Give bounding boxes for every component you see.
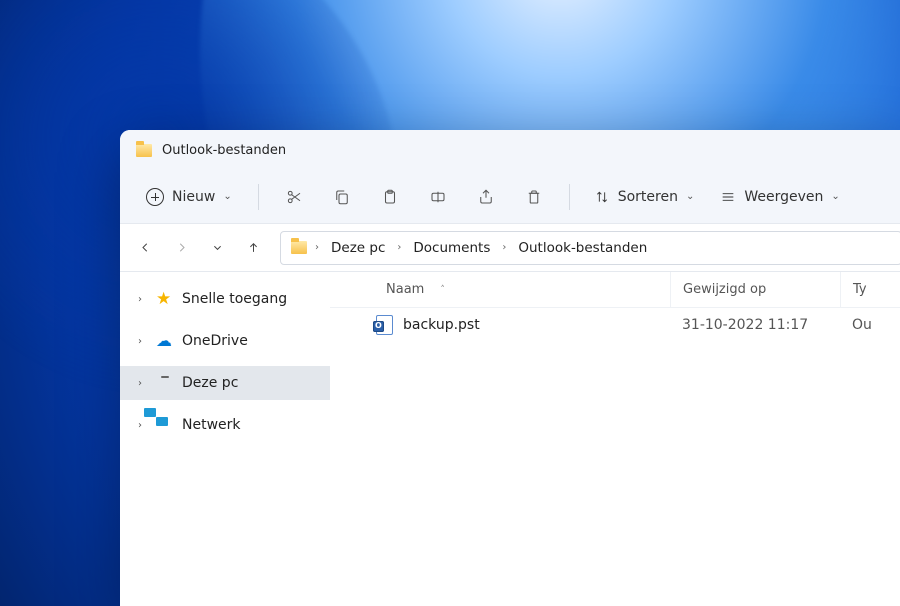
chevron-down-icon: ⌄ — [831, 191, 839, 202]
breadcrumb-separator: › — [395, 242, 403, 253]
column-header-type[interactable]: Ty — [840, 272, 900, 307]
chevron-down-icon: ⌄ — [686, 191, 694, 202]
toolbar: Nieuw ⌄ Sorteren ⌄ Weerge — [120, 170, 900, 224]
outlook-file-icon — [376, 315, 393, 335]
file-modified: 31-10-2022 11:17 — [670, 317, 840, 333]
window-title: Outlook-bestanden — [162, 143, 286, 158]
new-button-label: Nieuw — [172, 189, 215, 205]
file-type: Ou — [840, 317, 900, 333]
sort-label: Sorteren — [618, 189, 678, 205]
sort-indicator-icon: ˄ — [440, 285, 445, 295]
address-bar: › Deze pc › Documents › Outlook-bestande… — [120, 224, 900, 272]
star-icon: ★ — [156, 290, 174, 308]
column-label: Gewijzigd op — [683, 282, 766, 297]
column-header-name[interactable]: Naam ˄ — [330, 272, 670, 307]
arrow-left-icon — [138, 240, 153, 255]
file-row[interactable]: backup.pst 31-10-2022 11:17 Ou — [330, 308, 900, 342]
divider — [569, 184, 570, 210]
file-name: backup.pst — [403, 317, 480, 333]
sort-icon — [594, 189, 610, 205]
cloud-icon: ☁ — [156, 332, 174, 350]
sidebar-item-quick-access[interactable]: › ★ Snelle toegang — [120, 282, 330, 316]
view-dropdown[interactable]: Weergeven ⌄ — [710, 179, 849, 215]
folder-icon — [291, 241, 307, 254]
chevron-right-icon: › — [138, 378, 148, 389]
sort-dropdown[interactable]: Sorteren ⌄ — [584, 179, 705, 215]
breadcrumb-root[interactable]: Deze pc — [327, 238, 389, 258]
rename-icon — [429, 188, 447, 206]
explorer-window: Outlook-bestanden Nieuw ⌄ S — [120, 130, 900, 606]
breadcrumb-current[interactable]: Outlook-bestanden — [514, 238, 651, 258]
column-headers: Naam ˄ Gewijzigd op Ty — [330, 272, 900, 308]
breadcrumb-documents[interactable]: Documents — [409, 238, 494, 258]
chevron-down-icon — [210, 240, 225, 255]
copy-icon — [333, 188, 351, 206]
chevron-right-icon: › — [138, 336, 148, 347]
chevron-down-icon: ⌄ — [223, 191, 231, 202]
new-button[interactable]: Nieuw ⌄ — [134, 179, 244, 215]
trash-icon — [525, 188, 543, 206]
sidebar-item-label: OneDrive — [182, 333, 248, 349]
titlebar[interactable]: Outlook-bestanden — [120, 130, 900, 170]
explorer-body: › ★ Snelle toegang › ☁ OneDrive › Deze p… — [120, 272, 900, 606]
chevron-right-icon: › — [138, 420, 148, 431]
share-button[interactable] — [465, 179, 507, 215]
breadcrumb-separator: › — [313, 242, 321, 253]
sidebar-item-this-pc[interactable]: › Deze pc — [120, 366, 330, 400]
share-icon — [477, 188, 495, 206]
sidebar-item-network[interactable]: › Netwerk — [120, 408, 330, 442]
file-list: Naam ˄ Gewijzigd op Ty backup.pst 31-10-… — [330, 272, 900, 606]
back-button[interactable] — [128, 231, 162, 265]
arrow-up-icon — [246, 240, 261, 255]
address-box[interactable]: › Deze pc › Documents › Outlook-bestande… — [280, 231, 900, 265]
scissors-icon — [285, 188, 303, 206]
forward-button[interactable] — [164, 231, 198, 265]
sidebar-item-label: Netwerk — [182, 417, 241, 433]
up-button[interactable] — [236, 231, 270, 265]
sidebar: › ★ Snelle toegang › ☁ OneDrive › Deze p… — [120, 272, 330, 606]
cut-button[interactable] — [273, 179, 315, 215]
column-label: Naam — [386, 282, 424, 297]
view-label: Weergeven — [744, 189, 823, 205]
sidebar-item-label: Snelle toegang — [182, 291, 287, 307]
arrow-right-icon — [174, 240, 189, 255]
copy-button[interactable] — [321, 179, 363, 215]
divider — [258, 184, 259, 210]
chevron-right-icon: › — [138, 294, 148, 305]
breadcrumb-separator: › — [500, 242, 508, 253]
rename-button[interactable] — [417, 179, 459, 215]
sidebar-item-onedrive[interactable]: › ☁ OneDrive — [120, 324, 330, 358]
sidebar-item-label: Deze pc — [182, 375, 238, 391]
recent-dropdown[interactable] — [200, 231, 234, 265]
folder-icon — [136, 144, 152, 157]
view-icon — [720, 189, 736, 205]
delete-button[interactable] — [513, 179, 555, 215]
plus-circle-icon — [146, 188, 164, 206]
clipboard-icon — [381, 188, 399, 206]
paste-button[interactable] — [369, 179, 411, 215]
column-label: Ty — [853, 282, 867, 297]
column-header-modified[interactable]: Gewijzigd op — [670, 272, 840, 307]
